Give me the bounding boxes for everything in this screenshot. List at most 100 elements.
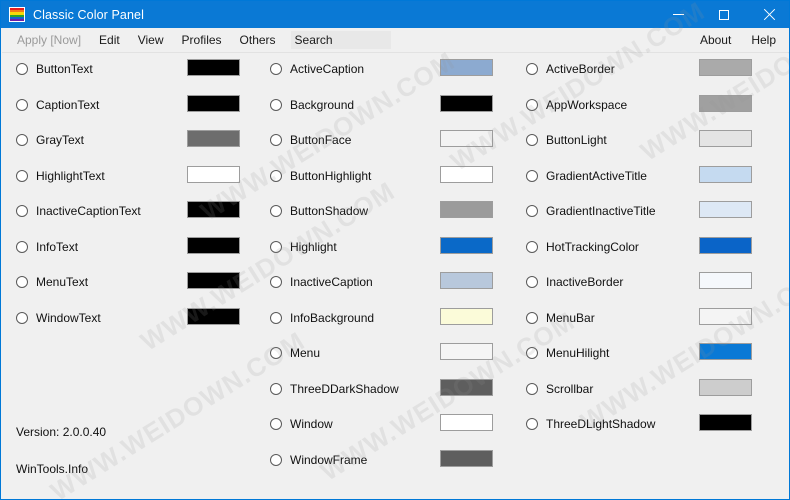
- color-row[interactable]: WindowText: [16, 303, 256, 339]
- radio-option-activecaption[interactable]: ActiveCaption: [270, 62, 364, 76]
- color-row[interactable]: HighlightText: [16, 161, 256, 197]
- color-row[interactable]: GrayText: [16, 125, 256, 161]
- radio-option-inactivecaption[interactable]: InactiveCaption: [270, 275, 373, 289]
- radio-option-buttonhighlight[interactable]: ButtonHighlight: [270, 169, 371, 183]
- radio-button-icon[interactable]: [526, 418, 538, 430]
- radio-option-infobackground[interactable]: InfoBackground: [270, 311, 374, 325]
- color-row[interactable]: InactiveCaption: [270, 267, 510, 303]
- maximize-button[interactable]: [701, 1, 746, 28]
- radio-option-windowtext[interactable]: WindowText: [16, 311, 101, 325]
- radio-option-activeborder[interactable]: ActiveBorder: [526, 62, 615, 76]
- color-row[interactable]: MenuBar: [526, 303, 776, 339]
- radio-option-threedlightshadow[interactable]: ThreeDLightShadow: [526, 417, 655, 431]
- radio-option-buttontext[interactable]: ButtonText: [16, 62, 93, 76]
- color-swatch[interactable]: [440, 272, 493, 289]
- radio-button-icon[interactable]: [270, 98, 282, 111]
- color-swatch[interactable]: [440, 343, 493, 360]
- radio-button-icon[interactable]: [526, 63, 538, 75]
- color-swatch[interactable]: [699, 378, 752, 396]
- radio-button-icon[interactable]: [526, 311, 538, 324]
- radio-button-icon[interactable]: [526, 134, 538, 146]
- radio-option-highlighttext[interactable]: HighlightText: [16, 169, 105, 183]
- menu-item-help[interactable]: Help: [741, 30, 786, 50]
- menu-item-others[interactable]: Others: [231, 30, 285, 50]
- color-swatch[interactable]: [699, 236, 752, 254]
- radio-button-icon[interactable]: [16, 63, 28, 75]
- radio-button-icon[interactable]: [270, 205, 282, 217]
- radio-button-icon[interactable]: [270, 311, 282, 324]
- color-row[interactable]: Scrollbar: [526, 374, 776, 410]
- radio-option-highlight[interactable]: Highlight: [270, 240, 337, 254]
- color-swatch[interactable]: [440, 449, 493, 467]
- radio-button-icon[interactable]: [270, 382, 282, 395]
- color-row[interactable]: ButtonFace: [270, 125, 510, 161]
- radio-option-window[interactable]: Window: [270, 417, 333, 431]
- radio-option-inactiveborder[interactable]: InactiveBorder: [526, 275, 623, 289]
- minimize-button[interactable]: [656, 1, 701, 28]
- radio-button-icon[interactable]: [16, 276, 28, 288]
- radio-button-icon[interactable]: [16, 311, 28, 324]
- radio-option-menubar[interactable]: MenuBar: [526, 311, 595, 325]
- radio-button-icon[interactable]: [270, 134, 282, 146]
- color-row[interactable]: GradientInactiveTitle: [526, 196, 776, 232]
- radio-button-icon[interactable]: [526, 169, 538, 182]
- color-row[interactable]: AppWorkspace: [526, 90, 776, 126]
- radio-option-graytext[interactable]: GrayText: [16, 133, 84, 147]
- radio-button-icon[interactable]: [526, 382, 538, 395]
- radio-button-icon[interactable]: [526, 240, 538, 253]
- color-row[interactable]: HotTrackingColor: [526, 232, 776, 268]
- color-swatch[interactable]: [187, 272, 240, 289]
- color-row[interactable]: InactiveCaptionText: [16, 196, 256, 232]
- color-swatch[interactable]: [699, 414, 752, 431]
- menu-item-apply[interactable]: Apply [Now]: [8, 30, 90, 50]
- color-row[interactable]: ActiveBorder: [526, 54, 776, 90]
- radio-option-gradientinactivetitle[interactable]: GradientInactiveTitle: [526, 204, 656, 218]
- menu-item-view[interactable]: View: [129, 30, 173, 50]
- radio-option-buttonshadow[interactable]: ButtonShadow: [270, 204, 368, 218]
- color-swatch[interactable]: [440, 201, 493, 218]
- menu-item-profiles[interactable]: Profiles: [173, 30, 231, 50]
- color-swatch[interactable]: [699, 165, 752, 183]
- color-row[interactable]: GradientActiveTitle: [526, 161, 776, 197]
- radio-button-icon[interactable]: [270, 347, 282, 359]
- menu-item-edit[interactable]: Edit: [90, 30, 129, 50]
- color-swatch[interactable]: [440, 59, 493, 76]
- color-swatch[interactable]: [699, 343, 752, 360]
- color-swatch[interactable]: [440, 130, 493, 147]
- color-row[interactable]: InactiveBorder: [526, 267, 776, 303]
- color-row[interactable]: ButtonHighlight: [270, 161, 510, 197]
- radio-option-inactivecaptiontext[interactable]: InactiveCaptionText: [16, 204, 141, 218]
- color-swatch[interactable]: [440, 414, 493, 431]
- radio-option-infotext[interactable]: InfoText: [16, 240, 78, 254]
- radio-option-scrollbar[interactable]: Scrollbar: [526, 382, 593, 396]
- radio-button-icon[interactable]: [270, 63, 282, 75]
- color-swatch[interactable]: [699, 272, 752, 289]
- color-row[interactable]: MenuText: [16, 267, 256, 303]
- color-row[interactable]: ButtonLight: [526, 125, 776, 161]
- radio-option-background[interactable]: Background: [270, 98, 354, 112]
- color-row[interactable]: WindowFrame: [270, 445, 510, 481]
- color-row[interactable]: MenuHilight: [526, 338, 776, 374]
- radio-option-appworkspace[interactable]: AppWorkspace: [526, 98, 627, 112]
- radio-button-icon[interactable]: [16, 98, 28, 111]
- radio-button-icon[interactable]: [526, 205, 538, 217]
- radio-button-icon[interactable]: [270, 169, 282, 182]
- color-swatch[interactable]: [440, 236, 493, 254]
- close-button[interactable]: [746, 1, 789, 28]
- radio-option-hottrackingcolor[interactable]: HotTrackingColor: [526, 240, 639, 254]
- radio-option-menuhilight[interactable]: MenuHilight: [526, 346, 609, 360]
- color-swatch[interactable]: [187, 201, 240, 218]
- menu-item-about[interactable]: About: [690, 30, 741, 50]
- color-swatch[interactable]: [187, 59, 240, 76]
- radio-option-menu[interactable]: Menu: [270, 346, 320, 360]
- color-swatch[interactable]: [187, 236, 240, 254]
- radio-button-icon[interactable]: [270, 418, 282, 430]
- color-swatch[interactable]: [440, 378, 493, 396]
- radio-option-threeddarkshadow[interactable]: ThreeDDarkShadow: [270, 382, 399, 396]
- color-swatch[interactable]: [699, 130, 752, 147]
- color-row[interactable]: ThreeDDarkShadow: [270, 374, 510, 410]
- color-swatch[interactable]: [440, 165, 493, 183]
- radio-button-icon[interactable]: [270, 453, 282, 466]
- radio-option-buttonface[interactable]: ButtonFace: [270, 133, 351, 147]
- color-swatch[interactable]: [440, 307, 493, 325]
